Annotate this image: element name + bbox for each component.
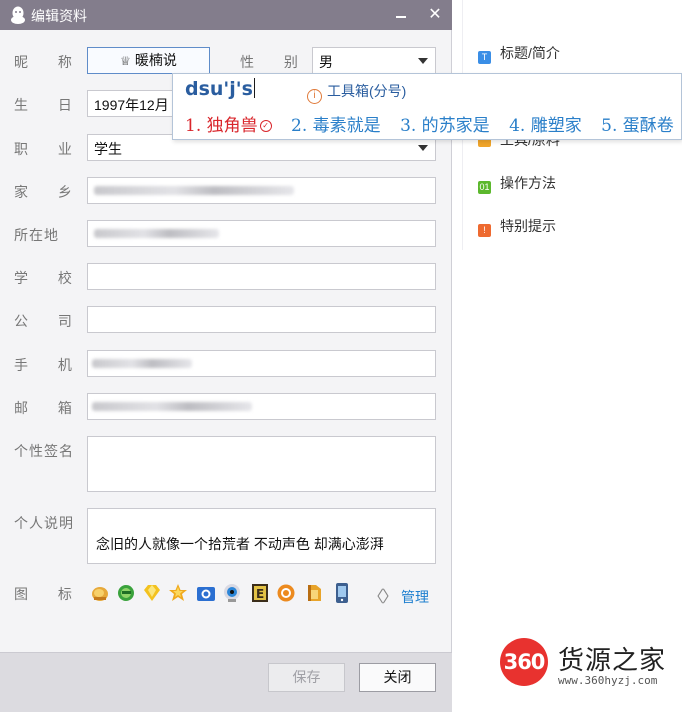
gender-label: 性 别	[240, 54, 311, 70]
ime-composition: dsu'j's	[185, 78, 255, 100]
side-item-tips[interactable]: ! 特别提示	[478, 216, 556, 237]
ime-composition-text: dsu'j's	[185, 78, 253, 100]
gender-select[interactable]: 男	[312, 47, 436, 74]
qq-penguin-icon	[11, 6, 25, 24]
side-item-label: 操作方法	[500, 175, 556, 191]
email-field[interactable]	[87, 393, 436, 420]
camera-icon[interactable]	[196, 582, 216, 604]
ime-toolbox-label: 工具箱(分号)	[327, 83, 407, 99]
shield-icon[interactable]	[304, 582, 324, 604]
ime-candidate-text: 1. 独角兽	[185, 116, 258, 136]
close-icon: ✕	[428, 6, 442, 23]
blurred-text	[92, 359, 192, 368]
side-item-title-summary[interactable]: T 标题/简介	[478, 43, 560, 64]
manage-badges-link[interactable]: 管理	[401, 587, 429, 607]
badges-label: 图 标	[14, 586, 85, 602]
steps-icon: 01	[478, 181, 491, 194]
text-cursor	[253, 78, 255, 98]
location-label: 所在地	[14, 227, 59, 243]
blurred-text	[94, 186, 294, 195]
save-button[interactable]: 保存	[268, 663, 345, 692]
star-icon[interactable]	[168, 582, 188, 604]
birthday-field[interactable]: 1997年12月	[87, 90, 177, 117]
phone-badge-icon[interactable]	[332, 582, 352, 604]
diamond-icon[interactable]	[142, 582, 162, 604]
title-icon: T	[478, 51, 491, 64]
signature-label: 个性签名	[14, 443, 74, 459]
ime-candidate[interactable]: 4. 雕塑家	[509, 111, 582, 136]
blurred-text	[92, 402, 252, 411]
badges-next-button[interactable]: 〉	[382, 583, 398, 607]
hand-icon[interactable]	[90, 582, 110, 604]
ime-candidate[interactable]: 3. 的苏家是	[400, 111, 490, 136]
school-field[interactable]	[87, 263, 436, 290]
description-textarea[interactable]: 念旧的人就像一个拾荒者 不动声色 却满心澎湃	[87, 508, 436, 564]
warning-icon: !	[478, 224, 491, 237]
chevron-down-icon	[418, 145, 428, 151]
job-value: 学生	[94, 141, 122, 157]
crown-icon: ♕	[120, 54, 131, 68]
blurred-text	[94, 229, 219, 238]
location-field[interactable]	[87, 220, 436, 247]
toolbox-icon: i	[307, 89, 322, 104]
book-icon[interactable]: E	[250, 582, 270, 604]
dialog-footer: 保存 关闭	[0, 652, 452, 712]
phone-label: 手 机	[14, 357, 85, 373]
close-button[interactable]: 关闭	[359, 663, 436, 692]
gender-value: 男	[319, 54, 333, 70]
minimize-icon	[396, 16, 406, 18]
title-bar: 编辑资料 ✕	[0, 0, 452, 30]
side-item-label: 特别提示	[500, 218, 556, 234]
side-item-steps[interactable]: 01 操作方法	[478, 173, 556, 194]
phone-field[interactable]	[87, 350, 436, 377]
ime-candidate-list: 1. 独角兽 ✓ 2. 毒素就是 3. 的苏家是 4. 雕塑家 5. 蛋酥卷	[185, 111, 682, 136]
watermark-badge: 360	[500, 638, 548, 686]
birthday-label: 生 日	[14, 97, 85, 113]
svg-text:E: E	[256, 587, 264, 601]
close-window-button[interactable]: ✕	[422, 2, 448, 28]
description-value: 念旧的人就像一个拾荒者 不动声色 却满心澎湃	[96, 536, 384, 552]
company-field[interactable]	[87, 306, 436, 333]
gold-coin-icon[interactable]	[276, 582, 296, 604]
job-label: 职 业	[14, 141, 85, 157]
nickname-value: 暖楠说	[134, 52, 177, 68]
watermark-name: 货源之家	[558, 646, 667, 676]
description-label: 个人说明	[14, 515, 74, 531]
ime-candidate[interactable]: 1. 独角兽 ✓	[185, 111, 272, 136]
email-label: 邮 箱	[14, 400, 85, 416]
nickname-label: 昵 称	[14, 54, 85, 70]
green-face-icon[interactable]	[116, 582, 136, 604]
ime-candidate[interactable]: 5. 蛋酥卷	[601, 111, 674, 136]
ime-candidate-window: dsu'j's i 工具箱(分号) 1. 独角兽 ✓ 2. 毒素就是 3. 的苏家是…	[172, 73, 682, 140]
hometown-label: 家 乡	[14, 184, 85, 200]
school-label: 学 校	[14, 270, 85, 286]
side-item-label: 标题/简介	[500, 45, 560, 61]
eye-icon[interactable]	[222, 582, 242, 604]
company-label: 公 司	[14, 313, 85, 329]
watermark-url: www.360hyzj.com	[558, 674, 658, 687]
watermark-logo: 360 货源之家 www.360hyzj.com	[500, 636, 682, 692]
ime-toolbox-button[interactable]: i 工具箱(分号)	[307, 81, 406, 104]
ime-candidate[interactable]: 2. 毒素就是	[291, 111, 381, 136]
signature-textarea[interactable]	[87, 436, 436, 492]
hometown-field[interactable]	[87, 177, 436, 204]
chevron-down-icon	[418, 58, 428, 64]
minimize-button[interactable]	[388, 2, 414, 28]
check-circle-icon: ✓	[259, 120, 272, 132]
window-title: 编辑资料	[31, 8, 87, 24]
nickname-button[interactable]: ♕ 暖楠说	[87, 47, 210, 74]
birthday-value: 1997年12月	[94, 97, 169, 113]
